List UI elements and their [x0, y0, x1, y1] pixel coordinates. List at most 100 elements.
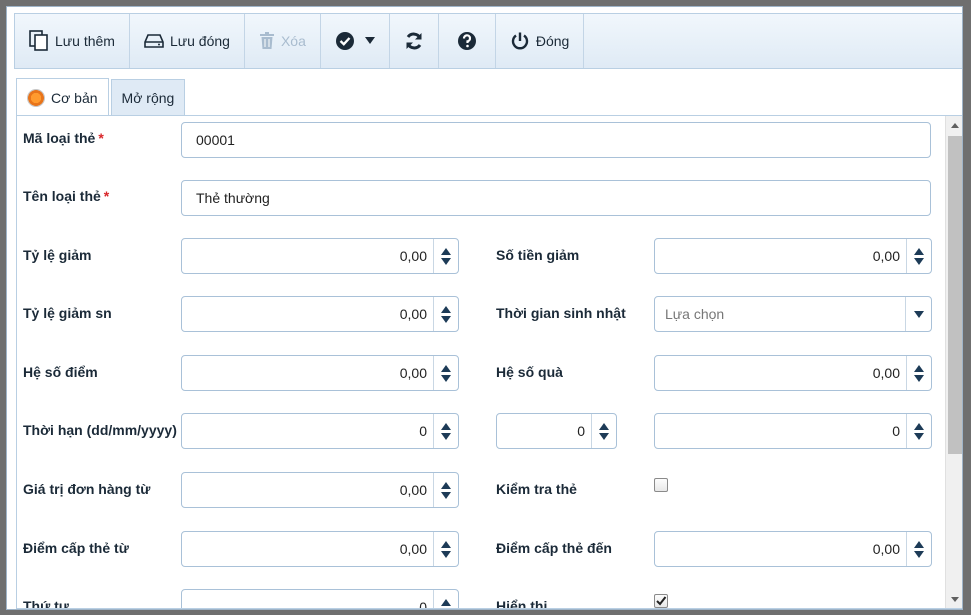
- ten-loai-the-input[interactable]: Thẻ thường: [181, 180, 931, 216]
- spinner-arrows[interactable]: [433, 590, 458, 610]
- thoi-han-month-spinner[interactable]: 0: [496, 413, 617, 449]
- copy-icon: [29, 30, 49, 52]
- thoi-gian-sinh-nhat-select[interactable]: Lựa chọn: [654, 296, 932, 332]
- arrow-down-icon: [441, 609, 451, 610]
- so-tien-giam-value: 0,00: [872, 248, 900, 264]
- thu-tu-value: 0: [419, 599, 427, 609]
- tab-basic[interactable]: Cơ bản: [16, 78, 109, 116]
- he-so-qua-spinner[interactable]: 0,00: [654, 355, 932, 391]
- arrow-up-icon: [951, 122, 959, 128]
- spinner-arrows[interactable]: [433, 532, 458, 566]
- gia-tri-don-hang-tu-value: 0,00: [399, 482, 427, 498]
- spinner-arrows[interactable]: [906, 414, 931, 448]
- arrow-down-icon: [441, 257, 451, 265]
- required-mark: *: [103, 188, 110, 204]
- arrow-up-icon: [914, 422, 924, 430]
- power-icon: [510, 31, 530, 51]
- tab-extended-label: Mở rộng: [121, 89, 175, 106]
- diem-cap-the-tu-value: 0,00: [399, 541, 427, 557]
- ty-le-giam-label: Tỷ lệ giảm: [23, 247, 92, 263]
- spinner-arrows[interactable]: [433, 356, 458, 390]
- save-add-label: Lưu thêm: [55, 33, 115, 49]
- arrow-down-icon: [441, 550, 451, 558]
- hien-thi-checkbox[interactable]: [654, 594, 668, 608]
- diem-cap-the-tu-spinner[interactable]: 0,00: [181, 531, 459, 567]
- ty-le-giam-sn-label: Tỷ lệ giảm sn: [23, 305, 112, 321]
- arrow-up-icon: [914, 364, 924, 372]
- scroll-up-button[interactable]: [946, 116, 962, 134]
- ma-loai-the-value: 00001: [196, 132, 235, 148]
- dialog-window: Lưu thêm Lưu đóng Xóa Đóng Cơ bản Mở rộn…: [6, 6, 963, 610]
- check-circle-icon: [335, 31, 355, 51]
- caret-down-icon: [364, 37, 375, 45]
- save-close-label: Lưu đóng: [169, 33, 230, 49]
- save-close-button[interactable]: Lưu đóng: [130, 14, 245, 68]
- required-mark: *: [98, 130, 104, 146]
- arrow-down-icon: [441, 491, 451, 499]
- he-so-qua-label: Hệ số quà: [496, 364, 563, 380]
- spinner-arrows[interactable]: [906, 356, 931, 390]
- scroll-thumb[interactable]: [948, 136, 962, 454]
- arrow-down-icon: [599, 432, 609, 440]
- spinner-arrows[interactable]: [433, 297, 458, 331]
- ty-le-giam-spinner[interactable]: 0,00: [181, 238, 459, 274]
- thoi-gian-sinh-nhat-value: Lựa chọn: [665, 306, 725, 322]
- ma-loai-the-input[interactable]: 00001: [181, 122, 931, 158]
- he-so-qua-value: 0,00: [872, 365, 900, 381]
- ty-le-giam-value: 0,00: [399, 248, 427, 264]
- checkmark-icon: [656, 596, 667, 606]
- scroll-down-button[interactable]: [946, 590, 962, 608]
- thu-tu-spinner[interactable]: 0: [181, 589, 459, 610]
- arrow-down-icon: [441, 432, 451, 440]
- he-so-diem-value: 0,00: [399, 365, 427, 381]
- so-tien-giam-spinner[interactable]: 0,00: [654, 238, 932, 274]
- spinner-arrows[interactable]: [433, 239, 458, 273]
- radio-dot-icon: [27, 88, 45, 107]
- spinner-arrows[interactable]: [433, 473, 458, 507]
- toolbar: Lưu thêm Lưu đóng Xóa Đóng: [14, 13, 962, 69]
- thoi-han-day-spinner[interactable]: 0: [181, 413, 459, 449]
- arrow-up-icon: [914, 247, 924, 255]
- trash-icon: [259, 32, 275, 50]
- tab-strip: Cơ bản Mở rộng: [16, 73, 187, 116]
- vertical-scrollbar[interactable]: [945, 116, 962, 608]
- arrow-up-icon: [914, 540, 924, 548]
- ty-le-giam-sn-spinner[interactable]: 0,00: [181, 296, 459, 332]
- hien-thi-label: Hiển thị: [496, 598, 548, 609]
- gia-tri-don-hang-tu-label: Giá trị đơn hàng từ: [23, 481, 151, 497]
- refresh-button[interactable]: [390, 14, 439, 68]
- dropdown-arrow[interactable]: [905, 297, 931, 331]
- diem-cap-the-den-spinner[interactable]: 0,00: [654, 531, 932, 567]
- spinner-arrows[interactable]: [906, 532, 931, 566]
- arrow-down-icon: [951, 596, 959, 602]
- delete-button[interactable]: Xóa: [245, 14, 321, 68]
- arrow-up-icon: [441, 598, 451, 606]
- arrow-down-icon: [441, 315, 451, 323]
- kiem-tra-the-checkbox[interactable]: [654, 478, 668, 492]
- arrow-down-icon: [441, 374, 451, 382]
- spinner-arrows[interactable]: [433, 414, 458, 448]
- question-icon: [457, 31, 477, 51]
- arrow-up-icon: [441, 247, 451, 255]
- spinner-arrows[interactable]: [906, 239, 931, 273]
- approve-dropdown-button[interactable]: [321, 14, 390, 68]
- help-button[interactable]: [439, 14, 496, 68]
- tab-extended[interactable]: Mở rộng: [110, 79, 186, 115]
- ten-loai-the-value: Thẻ thường: [196, 190, 270, 206]
- arrow-up-icon: [599, 422, 609, 430]
- gia-tri-don-hang-tu-spinner[interactable]: 0,00: [181, 472, 459, 508]
- close-label: Đóng: [535, 33, 570, 49]
- ten-loai-the-label: Tên loại thẻ *: [23, 188, 109, 204]
- spinner-arrows[interactable]: [591, 414, 616, 448]
- arrow-up-icon: [441, 540, 451, 548]
- form-panel: Mã loại thẻ * 00001 Tên loại thẻ * Thẻ thư…: [16, 115, 962, 610]
- thoi-han-day-value: 0: [419, 423, 427, 439]
- he-so-diem-spinner[interactable]: 0,00: [181, 355, 459, 391]
- thoi-han-year-spinner[interactable]: 0: [654, 413, 932, 449]
- drive-icon: [144, 33, 164, 49]
- ma-loai-the-label-text: Mã loại thẻ: [23, 130, 96, 146]
- save-add-button[interactable]: Lưu thêm: [15, 14, 130, 68]
- diem-cap-the-tu-label: Điểm cấp thẻ từ: [23, 540, 129, 556]
- arrow-down-icon: [914, 432, 924, 440]
- close-button[interactable]: Đóng: [496, 14, 585, 68]
